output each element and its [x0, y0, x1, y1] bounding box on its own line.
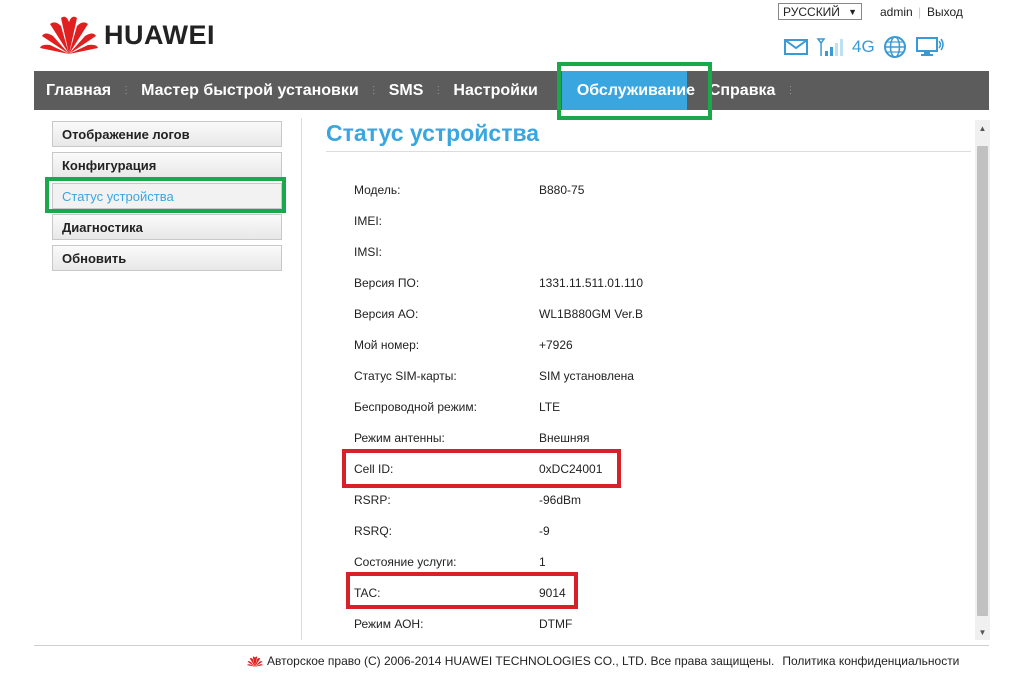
scrollbar-thumb[interactable]	[977, 146, 988, 616]
table-row-caller-id-mode: Режим АОН: DTMF	[354, 608, 739, 639]
nav-separator: ⋮	[785, 85, 796, 96]
page-title: Статус устройства	[326, 120, 540, 146]
row-label: IMEI:	[354, 213, 383, 228]
table-row-software-version: Версия ПО: 1331.11.511.01.110	[354, 267, 739, 298]
nav-item-sms[interactable]: SMS	[379, 71, 434, 110]
row-value: +7926	[539, 337, 573, 352]
table-row-imei: IMEI:	[354, 205, 739, 236]
cell-id-highlight-box	[342, 449, 621, 488]
content-divider	[301, 118, 302, 640]
copyright-text: Авторское право (C) 2006-2014 HUAWEI TEC…	[267, 654, 775, 668]
row-label: Режим АОН:	[354, 616, 424, 631]
table-row-rsrq: RSRQ: -9	[354, 515, 739, 546]
status-table: Модель: B880-75 IMEI: IMSI: Версия ПО: 133…	[354, 174, 739, 639]
row-label: Состояние услуги:	[354, 554, 457, 569]
sidebar-item-configuration[interactable]: Конфигурация	[52, 152, 282, 178]
row-value: DTMF	[539, 616, 573, 631]
username-link[interactable]: admin	[880, 5, 913, 19]
table-row-my-number: Мой номер: +7926	[354, 329, 739, 360]
row-value: 1331.11.511.01.110	[539, 275, 644, 290]
table-row-wireless-mode: Беспроводной режим: LTE	[354, 391, 739, 422]
huawei-small-logo-icon	[247, 655, 263, 667]
row-value: B880-75	[539, 182, 585, 197]
table-row-rsrp: RSRP: -96dBm	[354, 484, 739, 515]
huawei-logo: HUAWEI	[40, 14, 215, 56]
table-row-imsi: IMSI:	[354, 236, 739, 267]
table-row-sim-status: Статус SIM-карты: SIM установлена	[354, 360, 739, 391]
footer: Авторское право (C) 2006-2014 HUAWEI TEC…	[247, 654, 959, 668]
mail-icon[interactable]	[784, 39, 808, 55]
sidebar-item-logs[interactable]: Отображение логов	[52, 121, 282, 147]
top-separator: |	[918, 5, 922, 19]
row-label: RSRP:	[354, 492, 391, 507]
device-status-highlight-box	[45, 177, 286, 213]
nav-separator: ⋮	[433, 85, 444, 96]
row-label: Статус SIM-карты:	[354, 368, 457, 383]
footer-divider	[34, 645, 989, 646]
privacy-policy-link[interactable]: Политика конфиденциальности	[782, 654, 959, 668]
nav-separator: ⋮	[121, 85, 132, 96]
row-value: SIM установлена	[539, 368, 634, 383]
language-select-value: РУССКИЙ	[783, 4, 840, 19]
status-icons: 4G	[784, 36, 945, 58]
globe-icon	[883, 35, 907, 59]
title-divider	[326, 151, 971, 152]
row-label: Режим антенны:	[354, 430, 445, 445]
nav-separator: ⋮	[368, 85, 379, 96]
row-label: Модель:	[354, 182, 401, 197]
brand-name: HUAWEI	[104, 19, 215, 50]
language-select[interactable]: РУССКИЙ ▼	[778, 3, 862, 20]
table-row-model: Модель: B880-75	[354, 174, 739, 205]
tac-highlight-box	[346, 572, 578, 609]
row-label: IMSI:	[354, 244, 383, 259]
content-scrollbar[interactable]: ▲ ▼	[975, 120, 990, 640]
sidebar-item-update[interactable]: Обновить	[52, 245, 282, 271]
row-label: Беспроводной режим:	[354, 399, 477, 414]
row-value: Внешняя	[539, 430, 590, 445]
nav-item-settings[interactable]: Настройки	[443, 71, 547, 110]
chevron-down-icon: ▼	[848, 6, 857, 17]
logout-link[interactable]: Выход	[927, 5, 963, 19]
row-label: Версия ПО:	[354, 275, 420, 290]
row-label: RSRQ:	[354, 523, 393, 538]
row-value: WL1B880GM Ver.B	[539, 306, 644, 321]
network-type-4g: 4G	[852, 37, 875, 56]
nav-item-quick-setup[interactable]: Мастер быстрой установки	[131, 71, 369, 110]
signal-strength-icon	[816, 37, 844, 57]
row-value: -96dBm	[539, 492, 582, 507]
row-value: 1	[539, 554, 546, 569]
row-label: Версия АО:	[354, 306, 419, 321]
scroll-up-arrow-icon[interactable]: ▲	[975, 120, 990, 136]
table-row-hardware-version: Версия АО: WL1B880GM Ver.B	[354, 298, 739, 329]
row-label: Мой номер:	[354, 337, 420, 352]
maintenance-highlight-box	[557, 62, 712, 120]
row-value: -9	[539, 523, 550, 538]
sidebar-item-diagnostics[interactable]: Диагностика	[52, 214, 282, 240]
nav-item-home[interactable]: Главная	[36, 71, 121, 110]
main-nav: Главная ⋮ Мастер быстрой установки ⋮ SMS…	[34, 71, 989, 110]
scroll-down-arrow-icon[interactable]: ▼	[975, 624, 990, 640]
monitor-icon	[915, 36, 945, 58]
row-value: LTE	[539, 399, 561, 414]
huawei-logo-icon	[40, 16, 98, 55]
